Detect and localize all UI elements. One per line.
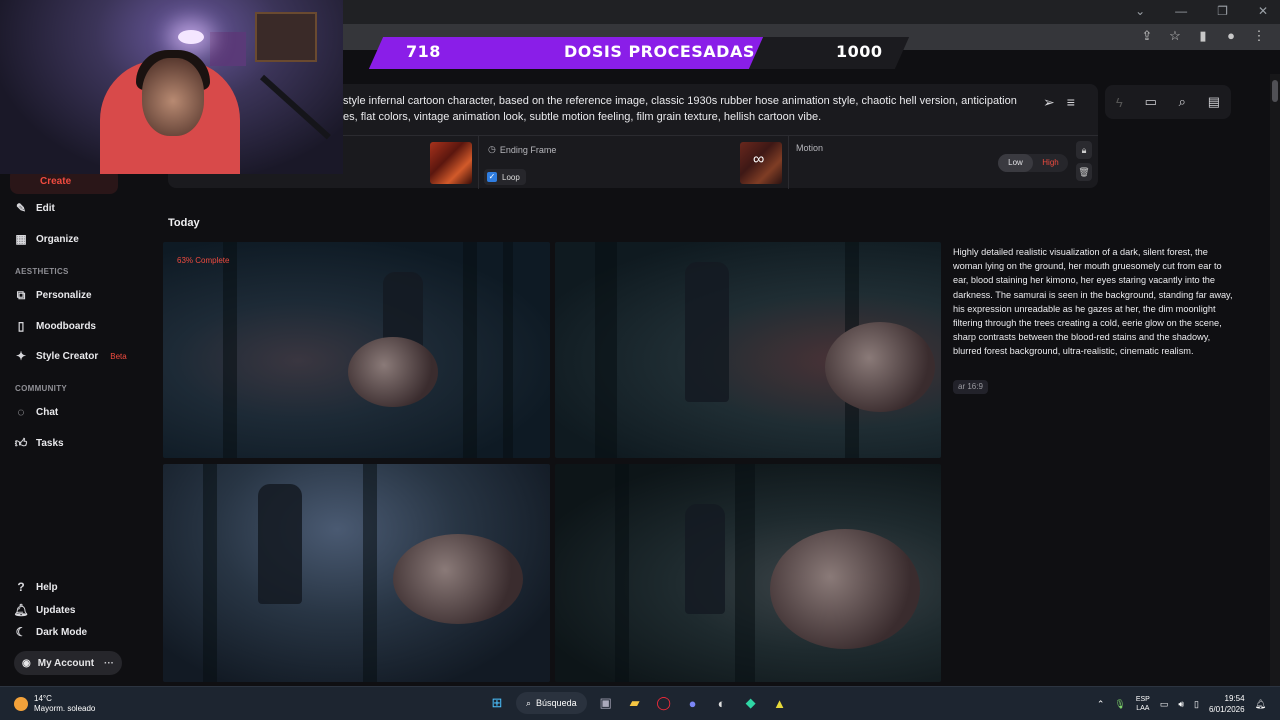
battery-icon[interactable]: ▯ [1194,699,1199,710]
edit-icon: ✎ [15,201,27,215]
total-count: 1000 [836,42,883,61]
minimize-button[interactable]: — [1175,4,1187,18]
moon-icon: ☾ [15,625,27,639]
share-icon[interactable]: ⇪ [1140,28,1154,44]
obs-icon[interactable]: ◐ [712,692,732,714]
chevron-up-icon[interactable]: ⌃ [1097,699,1105,710]
beta-badge: Beta [110,351,127,361]
app-icon-yellow[interactable]: ▲ [770,692,790,714]
account-icon: ◉ [22,657,31,669]
network-icon[interactable]: ▭ [1160,699,1169,710]
prompt-line-2: es, flat colors, vintage animation look,… [343,111,822,123]
settings-sliders-icon[interactable]: ≡ [1067,94,1075,111]
screen: ⌄ — ❐ ✕ ⇪ ☆ ▮ ● ⋮ ϟ ▭ ⌕ ▤ style infernal… [0,0,1280,720]
processed-count: 718 [406,42,441,61]
language-indicator[interactable]: ESP LAA [1136,695,1150,713]
microphone-icon[interactable]: 🎙︎ [1114,699,1125,710]
chat-bubble-icon[interactable]: ▭ [1145,94,1157,110]
generated-image-4[interactable] [555,464,941,682]
profile-icon[interactable]: ● [1224,28,1238,44]
chat-icon: ◌ [17,405,25,419]
personalize-icon: ⧉ [16,287,26,302]
sidebar-item-style-creator[interactable]: ✦ Style Creator Beta [14,343,127,369]
send-icon[interactable]: ➢ [1043,94,1055,111]
community-section-label: COMMUNITY [15,384,68,393]
prompt-line-1: style infernal cartoon character, based … [343,95,1017,107]
file-explorer-icon[interactable]: ▰ [625,692,645,714]
aesthetics-section-label: AESTHETICS [15,267,69,276]
dosis-banner: 718 DOSIS PROCESADAS 1000 [362,37,922,69]
close-window-button[interactable]: ✕ [1258,4,1268,18]
style-icon: ✦ [15,349,27,363]
sidebar-item-edit[interactable]: ✎ Edit [14,195,55,221]
ending-frame-label: ◷ Ending Frame [488,144,557,155]
bell-icon: 🔔︎ [13,603,29,617]
menu-icon[interactable]: ⋮ [1252,28,1266,44]
aspect-ratio-badge: ar 16:9 [953,380,988,394]
sidebar: Create ✎ Edit ▦ Organize AESTHETICS ⧉ Pe… [0,168,150,686]
motion-high-option[interactable]: High [1033,154,1068,172]
system-tray: ⌃ 🎙︎ ESP LAA ▭ 🔊︎ ▯ 19:54 6/01/2026 🔔︎ [1097,693,1266,715]
windows-start-icon[interactable]: ⊞ [487,692,507,714]
temperature: 14°C [34,694,52,703]
generated-image-3[interactable] [163,464,550,682]
banner-label: DOSIS PROCESADAS [564,42,755,61]
discord-icon[interactable]: ● [683,692,703,714]
opera-icon[interactable]: ◯ [654,692,674,714]
loop-checkbox[interactable]: ✓ Loop [484,169,526,185]
task-view-icon[interactable]: ▣ [596,692,616,714]
motion-low-option[interactable]: Low [998,154,1033,172]
tasks-icon: 👍︎ [14,435,28,450]
infinity-loop-icon: ∞ [753,151,765,168]
sidebar-item-personalize[interactable]: ⧉ Personalize [14,282,92,308]
progress-label: 63% Complete [177,256,230,265]
sidebar-item-chat[interactable]: ◌ Chat [14,399,58,425]
sidebar-item-dark-mode[interactable]: ☾ Dark Mode [14,619,88,645]
app-icon-green[interactable]: ◆ [741,692,761,714]
moodboard-icon: ▯ [17,319,25,333]
sidebar-item-tasks[interactable]: 👍︎ Tasks [14,430,64,456]
star-icon[interactable]: ☆ [1168,28,1182,44]
scrollbar-thumb[interactable] [1272,80,1278,102]
clock-icon: ◷ [488,144,496,154]
tab-list-button[interactable]: ⌄ [1135,4,1145,18]
notification-icon[interactable]: 🔔︎ [1255,699,1266,710]
weather-widget[interactable]: 14°C Mayorm. soleado [14,694,95,714]
generated-image-2[interactable] [555,242,941,458]
trash-icon[interactable]: 🗑︎ [1076,163,1092,181]
top-toolbar: ϟ ▭ ⌕ ▤ [1105,85,1231,119]
prompt-text[interactable]: style infernal cartoon character, based … [343,93,1023,125]
weather-text: Mayorm. soleado [34,704,96,713]
lightning-icon[interactable]: ϟ [1116,95,1123,110]
motion-label: Motion [796,143,824,153]
search-icon[interactable]: ⌕ [1179,94,1186,110]
starting-frame-thumbnail[interactable] [430,142,472,184]
generated-image-1[interactable]: 63% Complete [163,242,550,458]
section-title: Today [168,217,200,229]
grid-icon: ▦ [15,232,27,246]
image-description: Highly detailed realistic visualization … [953,247,1233,357]
taskbar-search[interactable]: ⌕ Búsqueda [516,692,587,714]
sidebar-item-moodboards[interactable]: ▯ Moodboards [14,313,96,339]
motion-toggle[interactable]: Low High [998,154,1068,172]
more-icon[interactable]: ··· [104,658,114,669]
os-taskbar: 14°C Mayorm. soleado ⊞ ⌕ Búsqueda ▣ ▰ ◯ … [0,686,1280,720]
search-icon: ⌕ [526,697,532,708]
sun-icon [14,697,28,711]
sidebar-item-organize[interactable]: ▦ Organize [14,226,78,252]
maximize-button[interactable]: ❐ [1217,4,1228,18]
page-scrollbar[interactable] [1270,74,1280,686]
checkbox-check-icon: ✓ [487,172,497,182]
my-account-button[interactable]: ◉ My Account ··· [14,651,122,675]
webcam-overlay [0,0,343,174]
sidebar-icon[interactable]: ▮ [1196,28,1210,44]
lock-icon[interactable]: 🔒︎ [1076,141,1092,159]
volume-icon[interactable]: 🔊︎ [1178,699,1184,710]
clock[interactable]: 19:54 6/01/2026 [1209,693,1245,715]
folder-icon[interactable]: ▤ [1208,94,1220,110]
help-icon: ? [17,580,25,594]
